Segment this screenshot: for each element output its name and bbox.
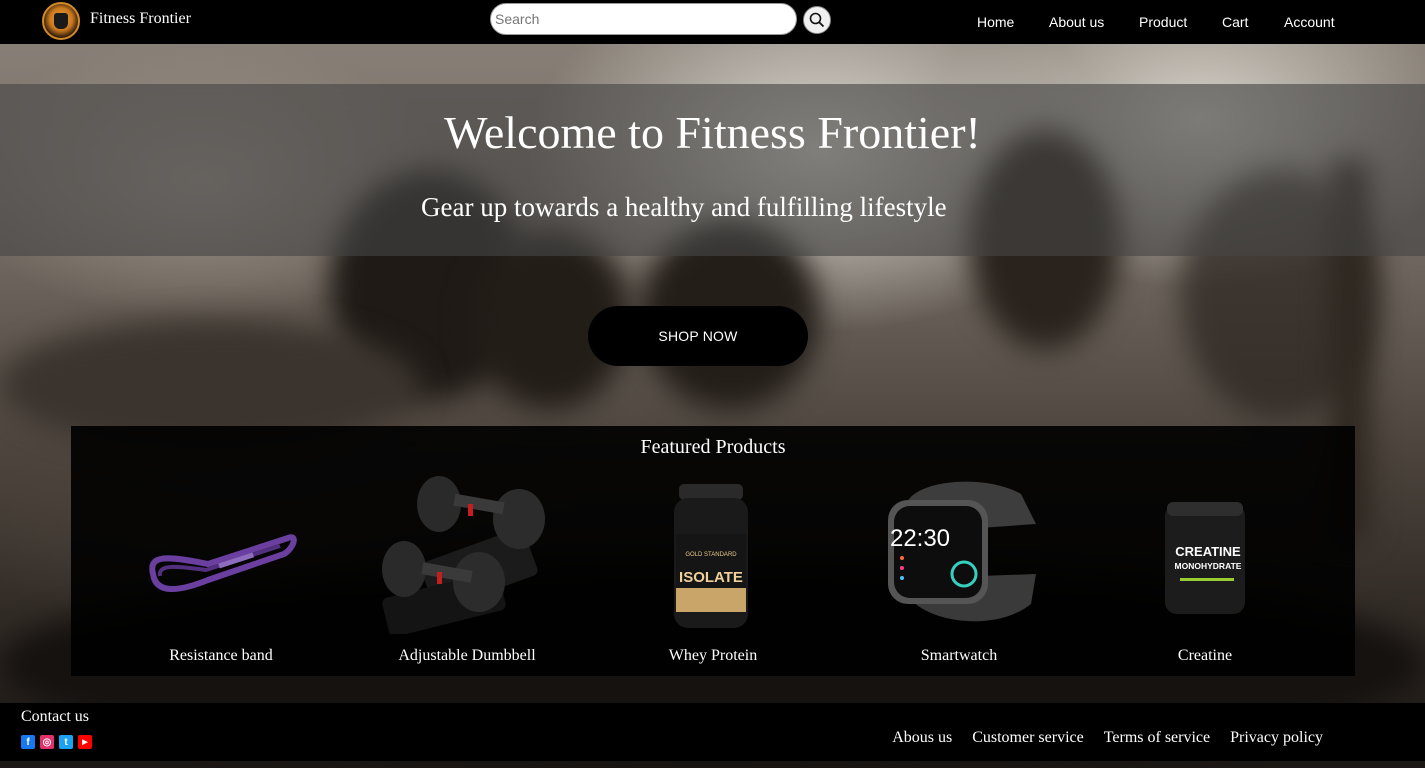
footer-privacy-link[interactable]: Privacy policy <box>1230 729 1323 747</box>
product-card-whey-protein[interactable]: GOLD STANDARD ISOLATE Whey Protein <box>590 474 836 674</box>
svg-text:CREATINE: CREATINE <box>1175 544 1241 559</box>
search-icon <box>809 12 825 28</box>
nav-account-link[interactable]: Account <box>1284 14 1335 30</box>
svg-text:MONOHYDRATE: MONOHYDRATE <box>1175 561 1242 571</box>
product-card-resistance-band[interactable]: Resistance band <box>98 474 344 674</box>
footer: Contact us f ◎ t ▶ Abous us Customer ser… <box>0 703 1425 761</box>
product-card-smartwatch[interactable]: 22:30 Smartwatch <box>836 474 1082 674</box>
nav-product-link[interactable]: Product <box>1139 14 1187 30</box>
top-navbar: Fitness Frontier Home About us Product C… <box>0 0 1425 44</box>
svg-text:22:30: 22:30 <box>890 525 950 552</box>
featured-products-title: Featured Products <box>640 436 786 458</box>
social-links: f ◎ t ▶ <box>21 735 92 749</box>
svg-text:GOLD STANDARD: GOLD STANDARD <box>685 552 737 558</box>
featured-products-section: Featured Products Resistance band Adjust… <box>71 426 1355 676</box>
footer-customer-service-link[interactable]: Customer service <box>972 729 1084 747</box>
brand-name[interactable]: Fitness Frontier <box>90 10 191 28</box>
nav-cart-link[interactable]: Cart <box>1222 14 1248 30</box>
product-name: Smartwatch <box>920 647 998 664</box>
search-button[interactable] <box>803 6 831 34</box>
resistance-band-image <box>149 534 297 593</box>
product-card-creatine[interactable]: CREATINE MONOHYDRATE Creatine <box>1082 474 1328 674</box>
contact-us-title: Contact us <box>21 708 89 725</box>
product-name: Whey Protein <box>668 647 758 664</box>
svg-text:ISOLATE: ISOLATE <box>679 569 743 586</box>
product-card-adjustable-dumbbell[interactable]: Adjustable Dumbbell <box>344 474 590 674</box>
search-input[interactable] <box>490 3 797 35</box>
twitter-icon[interactable]: t <box>59 735 73 749</box>
product-name: Resistance band <box>169 647 273 664</box>
facebook-icon[interactable]: f <box>21 735 35 749</box>
instagram-icon[interactable]: ◎ <box>40 735 54 749</box>
product-name: Creatine <box>1177 647 1233 664</box>
hero-subtitle: Gear up towards a healthy and fulfilling… <box>421 192 947 222</box>
youtube-icon[interactable]: ▶ <box>78 735 92 749</box>
footer-about-link[interactable]: Abous us <box>892 729 952 747</box>
adjustable-dumbbell-image <box>382 476 545 634</box>
creatine-image: CREATINE MONOHYDRATE <box>1165 502 1245 614</box>
nav-about-link[interactable]: About us <box>1049 14 1104 30</box>
hero-title: Welcome to Fitness Frontier! <box>444 107 981 158</box>
whey-protein-image: GOLD STANDARD ISOLATE <box>674 484 748 628</box>
search-bar <box>490 3 831 35</box>
footer-terms-link[interactable]: Terms of service <box>1104 729 1210 747</box>
footer-links: Abous us Customer service Terms of servi… <box>892 729 1323 747</box>
shop-now-button[interactable]: SHOP NOW <box>588 306 808 366</box>
product-name: Adjustable Dumbbell <box>398 647 536 664</box>
fitness-frontier-logo-icon[interactable] <box>42 2 80 40</box>
nav-home-link[interactable]: Home <box>977 14 1014 30</box>
smartwatch-image: 22:30 <box>888 481 1036 622</box>
